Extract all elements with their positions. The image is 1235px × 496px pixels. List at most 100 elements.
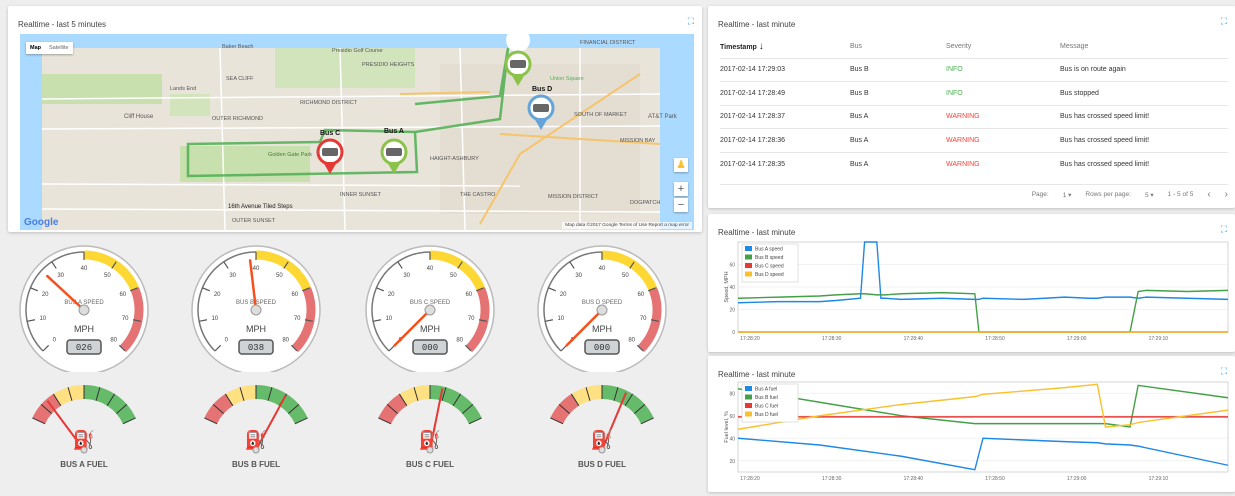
gauge-tick-label: 20 — [214, 292, 221, 298]
legend-swatch — [745, 403, 752, 408]
x-tick-label: 17:28:30 — [822, 476, 842, 482]
gauge-readout: 038 — [248, 343, 264, 353]
gauge-tick-label: 20 — [42, 292, 49, 298]
x-tick-label: 17:29:10 — [1149, 476, 1169, 482]
cell-severity: WARNING — [946, 128, 1060, 152]
fullscreen-icon[interactable]: ⛶ — [1221, 16, 1227, 27]
arrow-down-icon: ↓ — [758, 41, 764, 53]
cell-bus: Bus B — [850, 57, 946, 82]
legend-swatch — [745, 246, 752, 251]
map-view[interactable]: Map Satellite ♟ + − Google Map data ©201… — [20, 34, 694, 230]
events-panel: Realtime - last minute ⛶ Timestamp ↓ Bus… — [708, 6, 1235, 208]
x-tick-label: 17:28:30 — [822, 336, 842, 342]
gauge-tick-label: 10 — [385, 316, 392, 322]
gauge-hub — [598, 446, 606, 454]
rows-per-page-select[interactable]: 5 ▾ — [1145, 191, 1154, 199]
gauge-readout: 026 — [76, 343, 92, 353]
map-type-satellite[interactable]: Satellite — [45, 42, 73, 54]
gauge-tick-label: 60 — [119, 292, 126, 298]
cell-severity: WARNING — [946, 151, 1060, 176]
speed-gauge: 0 10 20 30 40 50 60 70 80 BUS A SPEED MPH 026 — [16, 242, 152, 375]
page-select[interactable]: 1 ▾ — [1063, 191, 1072, 199]
cell-timestamp: 2017-02-14 17:28:49 — [720, 81, 850, 105]
cell-severity: WARNING — [946, 104, 1060, 129]
legend-entry[interactable]: Bus D fuel — [755, 412, 778, 418]
map-label: OUTER SUNSET — [232, 218, 276, 224]
y-tick-label: 60 — [729, 414, 735, 420]
gauge-tick-label: 10 — [557, 316, 564, 322]
table-row[interactable]: 2017-02-14 17:29:03 Bus B INFO Bus is on ro… — [720, 57, 1228, 82]
gauge-readout: 000 — [594, 343, 610, 353]
map-label: Baker Beach — [222, 44, 254, 50]
gauge-tick-label: 70 — [640, 316, 647, 322]
map-label: MISSION DISTRICT — [548, 194, 599, 200]
map-label: DOGPATCH — [630, 200, 661, 206]
map-label: Lands End — [170, 86, 197, 92]
table-pagination: Page: 1 ▾ Rows per page: 5 ▾ 1 - 5 of 5 … — [720, 184, 1228, 200]
map-label: SOUTH OF MARKET — [574, 112, 627, 118]
x-tick-label: 17:28:20 — [740, 476, 760, 482]
street-view-icon[interactable]: ♟ — [674, 158, 688, 172]
gauge-tick-label: 70 — [294, 316, 301, 322]
prev-page-button[interactable]: ‹ — [1207, 190, 1210, 200]
speed-chart: 0 20 40 60 17:28:20 17:28:30 17:28:40 17:28:50 1… — [724, 241, 1229, 342]
speed-chart-panel: Realtime - last minute ⛶ 0 20 40 60 17:28:20… — [708, 214, 1235, 352]
x-tick-label: 17:28:20 — [740, 336, 760, 342]
map-label: Cliff House — [124, 114, 154, 120]
column-header-message[interactable]: Message — [1060, 36, 1228, 58]
zoom-out-button[interactable]: − — [674, 198, 688, 212]
legend-swatch — [745, 254, 752, 260]
legend-entry[interactable]: Bus C speed — [755, 264, 784, 270]
column-header-severity[interactable]: Severity — [946, 36, 1060, 58]
fullscreen-icon[interactable]: ⛶ — [1221, 224, 1227, 235]
column-header-timestamp[interactable]: Timestamp ↓ — [720, 36, 850, 58]
table-row[interactable]: 2017-02-14 17:28:36 Bus A WARNING Bus has c… — [720, 128, 1228, 152]
bus-b-label: Bus B — [508, 42, 529, 49]
zoom-in-button[interactable]: + — [674, 182, 688, 196]
bus-d-label: Bus D — [532, 86, 553, 93]
fullscreen-icon[interactable]: ⛶ — [688, 16, 694, 27]
cell-message: Bus has crossed speed limit! — [1060, 128, 1228, 152]
gauge-tick-label: 50 — [622, 273, 629, 279]
fullscreen-icon[interactable]: ⛶ — [1221, 366, 1227, 377]
cell-bus: Bus A — [850, 128, 946, 152]
gauge-hub — [252, 446, 260, 454]
map-label: PRESIDIO HEIGHTS — [362, 62, 415, 68]
fuel-gauge-label: BUS B FUEL — [232, 460, 280, 469]
cell-bus: Bus A — [850, 104, 946, 129]
gauge-tick-label: 20 — [560, 292, 567, 298]
cell-timestamp: 2017-02-14 17:28:37 — [720, 104, 850, 129]
table-row[interactable]: 2017-02-14 17:28:37 Bus A WARNING Bus has c… — [720, 104, 1228, 129]
legend-entry[interactable]: Bus A speed — [755, 247, 783, 253]
fuel-gauge: ⛽ — [534, 384, 670, 470]
map-label: MISSION BAY — [620, 138, 656, 144]
legend-swatch — [745, 394, 752, 400]
gauge-tick-label: 20 — [388, 292, 395, 298]
column-header-bus[interactable]: Bus — [850, 36, 946, 58]
gauge-tick-label: 10 — [211, 316, 218, 322]
legend-entry[interactable]: Bus D speed — [755, 272, 784, 278]
legend-swatch — [745, 263, 752, 268]
legend-entry[interactable]: Bus C fuel — [755, 404, 778, 410]
cell-timestamp: 2017-02-14 17:29:03 — [720, 57, 850, 82]
speed-gauge: 0 10 20 30 40 50 60 70 80 BUS B SPEED MPH 038 — [188, 242, 324, 375]
legend-swatch — [745, 271, 752, 277]
gauge-tick-label: 50 — [276, 273, 283, 279]
table-row[interactable]: 2017-02-14 17:28:35 Bus A WARNING Bus has c… — [720, 151, 1228, 176]
bus-a-label: Bus A — [384, 128, 404, 135]
map-attribution[interactable]: Map data ©2017 Google Terms of Use Repor… — [562, 222, 692, 229]
plot-area — [737, 381, 1229, 473]
gauge-tick-label: 80 — [628, 338, 635, 344]
legend-entry[interactable]: Bus B speed — [755, 255, 784, 261]
page-label: Page: — [1031, 191, 1049, 198]
next-page-button[interactable]: › — [1225, 190, 1228, 200]
chart-legend: Bus A speed Bus B speed Bus C speed Bus D s… — [741, 243, 799, 283]
map-label: THE CASTRO — [460, 192, 496, 198]
y-axis-label: Speed, MPH — [724, 271, 730, 302]
legend-entry[interactable]: Bus A fuel — [755, 387, 777, 393]
map-type-map[interactable]: Map — [26, 42, 45, 54]
cell-bus: Bus A — [850, 151, 946, 176]
map-label: Golden Gate Park — [268, 152, 313, 158]
legend-entry[interactable]: Bus B fuel — [755, 395, 778, 401]
table-row[interactable]: 2017-02-14 17:28:49 Bus B INFO Bus stopped — [720, 81, 1228, 105]
